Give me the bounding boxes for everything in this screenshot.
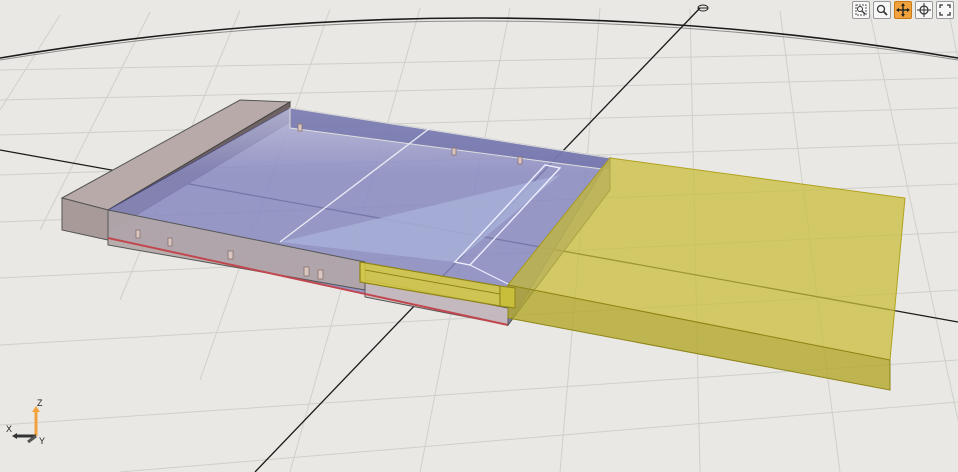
zoom-icon — [876, 4, 888, 16]
scene-canvas[interactable] — [0, 0, 958, 472]
zoom-window-icon — [855, 4, 867, 16]
zoom-button[interactable] — [873, 1, 891, 19]
y-axis-label: Y — [39, 436, 45, 446]
axis-triad: Z X Y — [6, 398, 45, 446]
pan-arrows-icon — [896, 3, 910, 17]
zoom-window-button[interactable] — [852, 1, 870, 19]
view-toolbar — [852, 1, 954, 19]
zoom-extents-icon — [939, 4, 951, 16]
3d-viewport[interactable]: Z X Y — [0, 0, 958, 472]
compass-marker — [697, 4, 709, 12]
x-axis-label: X — [6, 424, 12, 434]
pan-button[interactable] — [894, 1, 912, 19]
z-axis-label: Z — [37, 398, 43, 408]
orbit-button[interactable] — [915, 1, 933, 19]
z-axis-arrow-icon — [32, 406, 40, 436]
zoom-extents-button[interactable] — [936, 1, 954, 19]
orbit-icon — [917, 3, 931, 17]
